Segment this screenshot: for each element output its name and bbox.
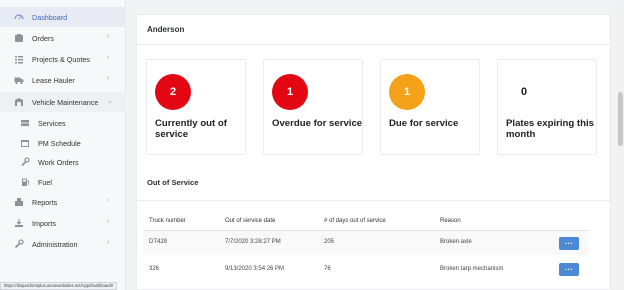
vehicle-icon [14, 97, 24, 107]
tile-label: Overdue for service [272, 118, 363, 129]
calendar-icon [20, 138, 30, 148]
table-row [143, 231, 589, 255]
sidebar-item-label: Reports [32, 198, 58, 207]
status-bar-url: https://dispatchersplus.azurewebsites.ne… [0, 282, 118, 290]
cell-reason: Broken axle [440, 239, 472, 245]
count-value: 0 [520, 86, 528, 98]
wrench-icon [20, 157, 30, 167]
scrollbar-thumb[interactable] [618, 92, 623, 146]
tile-label: Currently out of service [155, 118, 227, 140]
divider [137, 200, 610, 201]
sidebar-item-label: PM Schedule [38, 139, 81, 148]
chevron-right-icon: › [107, 75, 110, 82]
fuel-icon [20, 177, 30, 187]
sidebar-item-dashboard[interactable]: Dashboard [0, 7, 126, 27]
tile-plates-expiring[interactable]: 0 Plates expiring this month [497, 59, 597, 155]
column-header[interactable]: Truck number [149, 218, 186, 224]
dashboard-card: Anderson 2 Currently out of service 1 Ov… [136, 14, 611, 290]
column-header[interactable]: # of days out of service [324, 218, 386, 224]
card-header: Anderson [137, 15, 610, 45]
wrench-icon [14, 239, 24, 249]
row-actions-button[interactable]: ··· [559, 263, 579, 276]
sidebar-item-label: Fuel [38, 178, 52, 187]
column-header[interactable]: Out of service date [225, 218, 275, 224]
sidebar-item-lease-hauler[interactable]: Lease Hauler › [0, 70, 126, 90]
chevron-right-icon: › [107, 54, 110, 61]
column-header[interactable]: Reason [440, 218, 461, 224]
cell-date: 9/13/2020 3:54:26 PM [225, 266, 285, 272]
cell-date: 7/7/2020 3:28:27 PM [225, 239, 281, 245]
sidebar-item-administration[interactable]: Administration › [0, 234, 126, 254]
sidebar-item-label: Vehicle Maintenance [32, 98, 99, 107]
sidebar-item-services[interactable]: Services [0, 113, 126, 133]
sidebar-item-label: Projects & Quotes [32, 55, 90, 64]
imports-icon [14, 218, 24, 228]
truck-icon [14, 75, 24, 85]
cell-days: 205 [324, 239, 335, 245]
sidebar-item-label: Dashboard [32, 13, 68, 22]
sidebar-item-label: Lease Hauler [32, 76, 75, 85]
cell-reason: Broken tarp mechanism [440, 266, 504, 272]
cell-truck-number: DT429 [149, 239, 168, 245]
section-title-out-of-service: Out of Service [147, 178, 199, 187]
chevron-right-icon: › [107, 239, 110, 246]
chevron-right-icon: › [107, 33, 110, 40]
reports-icon [14, 197, 24, 207]
tile-due-for-service[interactable]: 1 Due for service [380, 59, 480, 155]
sidebar-item-projects-quotes[interactable]: Projects & Quotes › [0, 49, 126, 69]
sidebar-item-label: Work Orders [38, 158, 79, 167]
sidebar-item-label: Imports [32, 219, 56, 228]
vertical-scrollbar[interactable] [617, 0, 624, 290]
tile-label: Due for service [389, 118, 459, 129]
services-icon [20, 118, 30, 128]
projects-icon [14, 54, 24, 64]
sidebar-item-label: Services [38, 119, 66, 128]
dashboard-icon [14, 12, 24, 22]
table-row [143, 257, 589, 281]
count-badge: 2 [155, 74, 191, 110]
page-title: Anderson [147, 25, 185, 34]
orders-icon [14, 33, 24, 43]
sidebar-item-fuel[interactable]: Fuel [0, 172, 126, 192]
count-badge: 1 [272, 74, 308, 110]
chevron-down-icon: ⌄ [107, 98, 113, 105]
sidebar-item-pm-schedule[interactable]: PM Schedule [0, 133, 126, 153]
row-actions-button[interactable]: ··· [559, 237, 579, 250]
tile-currently-out-of-service[interactable]: 2 Currently out of service [146, 59, 246, 155]
sidebar-item-orders[interactable]: Orders › [0, 28, 126, 48]
sidebar-item-label: Administration [32, 240, 78, 249]
count-badge: 1 [389, 74, 425, 110]
sidebar-item-work-orders[interactable]: Work Orders [0, 152, 126, 172]
sidebar-item-reports[interactable]: Reports › [0, 192, 126, 212]
sidebar-item-vehicle-maintenance[interactable]: Vehicle Maintenance ⌄ [0, 92, 126, 112]
tile-label: Plates expiring this month [506, 118, 594, 140]
chevron-right-icon: › [107, 218, 110, 225]
chevron-right-icon: › [107, 197, 110, 204]
sidebar-item-label: Orders [32, 34, 54, 43]
sidebar-item-imports[interactable]: Imports › [0, 213, 126, 233]
tile-overdue-for-service[interactable]: 1 Overdue for service [263, 59, 363, 155]
cell-days: 76 [324, 266, 331, 272]
cell-truck-number: 326 [149, 266, 160, 272]
sidebar: Dashboard Orders › Projects & Quotes › L… [0, 0, 126, 290]
